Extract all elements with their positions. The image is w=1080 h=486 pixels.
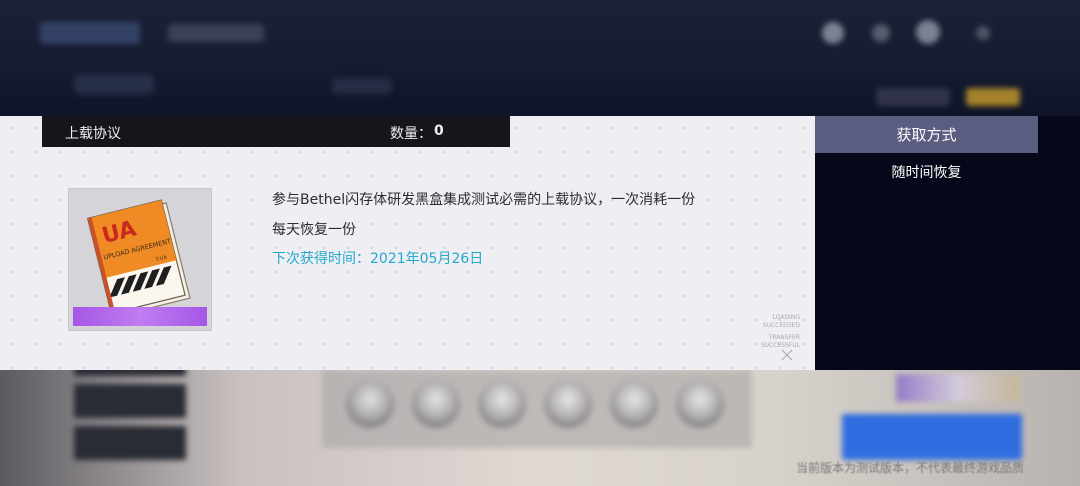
bg-side-button [74, 384, 186, 418]
bg-tab-chip-2 [332, 78, 392, 94]
acquisition-header: 获取方式 [815, 116, 1038, 153]
background-bottom: 当前版本为测试版本，不代表最终游戏品质 [0, 370, 1080, 486]
rarity-strip [73, 307, 207, 326]
item-icon-card: UA UPLOAD AGREEMENT T-UA [69, 189, 211, 330]
bg-knob [412, 380, 460, 428]
bg-knob [346, 380, 394, 428]
bg-icon-dot [872, 24, 890, 42]
bg-currency-chip-gold [966, 88, 1020, 106]
bg-tab-chip [74, 74, 154, 94]
bg-character-thumbs [896, 374, 1020, 402]
quantity-value: 0 [434, 123, 444, 139]
stamp-cross-icon [781, 349, 793, 361]
bg-side-button [74, 426, 186, 460]
stamp-line-3: LOADING SUCCEEDED [762, 314, 800, 329]
bg-icon-dot [822, 22, 844, 44]
item-title: 上载协议 [65, 126, 121, 142]
bg-knob [544, 380, 592, 428]
bg-icon-dot [976, 26, 990, 40]
bg-knob [478, 380, 526, 428]
bg-knob [610, 380, 658, 428]
item-description-line1: 参与Bethel闪存体研发黑盒集成测试必需的上载协议，一次消耗一份 [272, 192, 696, 208]
stamp-line-1: TRANSFER [768, 334, 800, 341]
bg-title-chip [168, 24, 264, 42]
quantity-label: 数量： [390, 126, 432, 142]
bg-side-button [74, 370, 186, 376]
item-detail-panel: 上载协议 数量： 0 UA UPLOAD AGREEMENT T-UA 参与Be… [0, 116, 815, 370]
bg-icon-dot [916, 20, 940, 44]
background-top-bar [0, 0, 1080, 116]
acquisition-panel: 获取方式 随时间恢复 [815, 116, 1080, 370]
transfer-stamp: LOADING SUCCEEDED TRANSFER SUCCESSFUL [734, 306, 800, 362]
bg-knob-tray [322, 370, 752, 448]
item-description-line2: 每天恢复一份 [272, 222, 356, 238]
next-acquire-time: 下次获得时间：2021年05月26日 [272, 251, 484, 267]
bg-knob [676, 380, 724, 428]
bg-currency-chip [876, 88, 950, 106]
version-disclaimer: 当前版本为测试版本，不代表最终游戏品质 [795, 461, 1024, 475]
item-title-bar: 上载协议 数量： 0 [42, 116, 510, 147]
acquisition-method-item[interactable]: 随时间恢复 [815, 162, 1038, 182]
bg-start-button [842, 414, 1022, 460]
bg-logo-chip [40, 22, 140, 44]
